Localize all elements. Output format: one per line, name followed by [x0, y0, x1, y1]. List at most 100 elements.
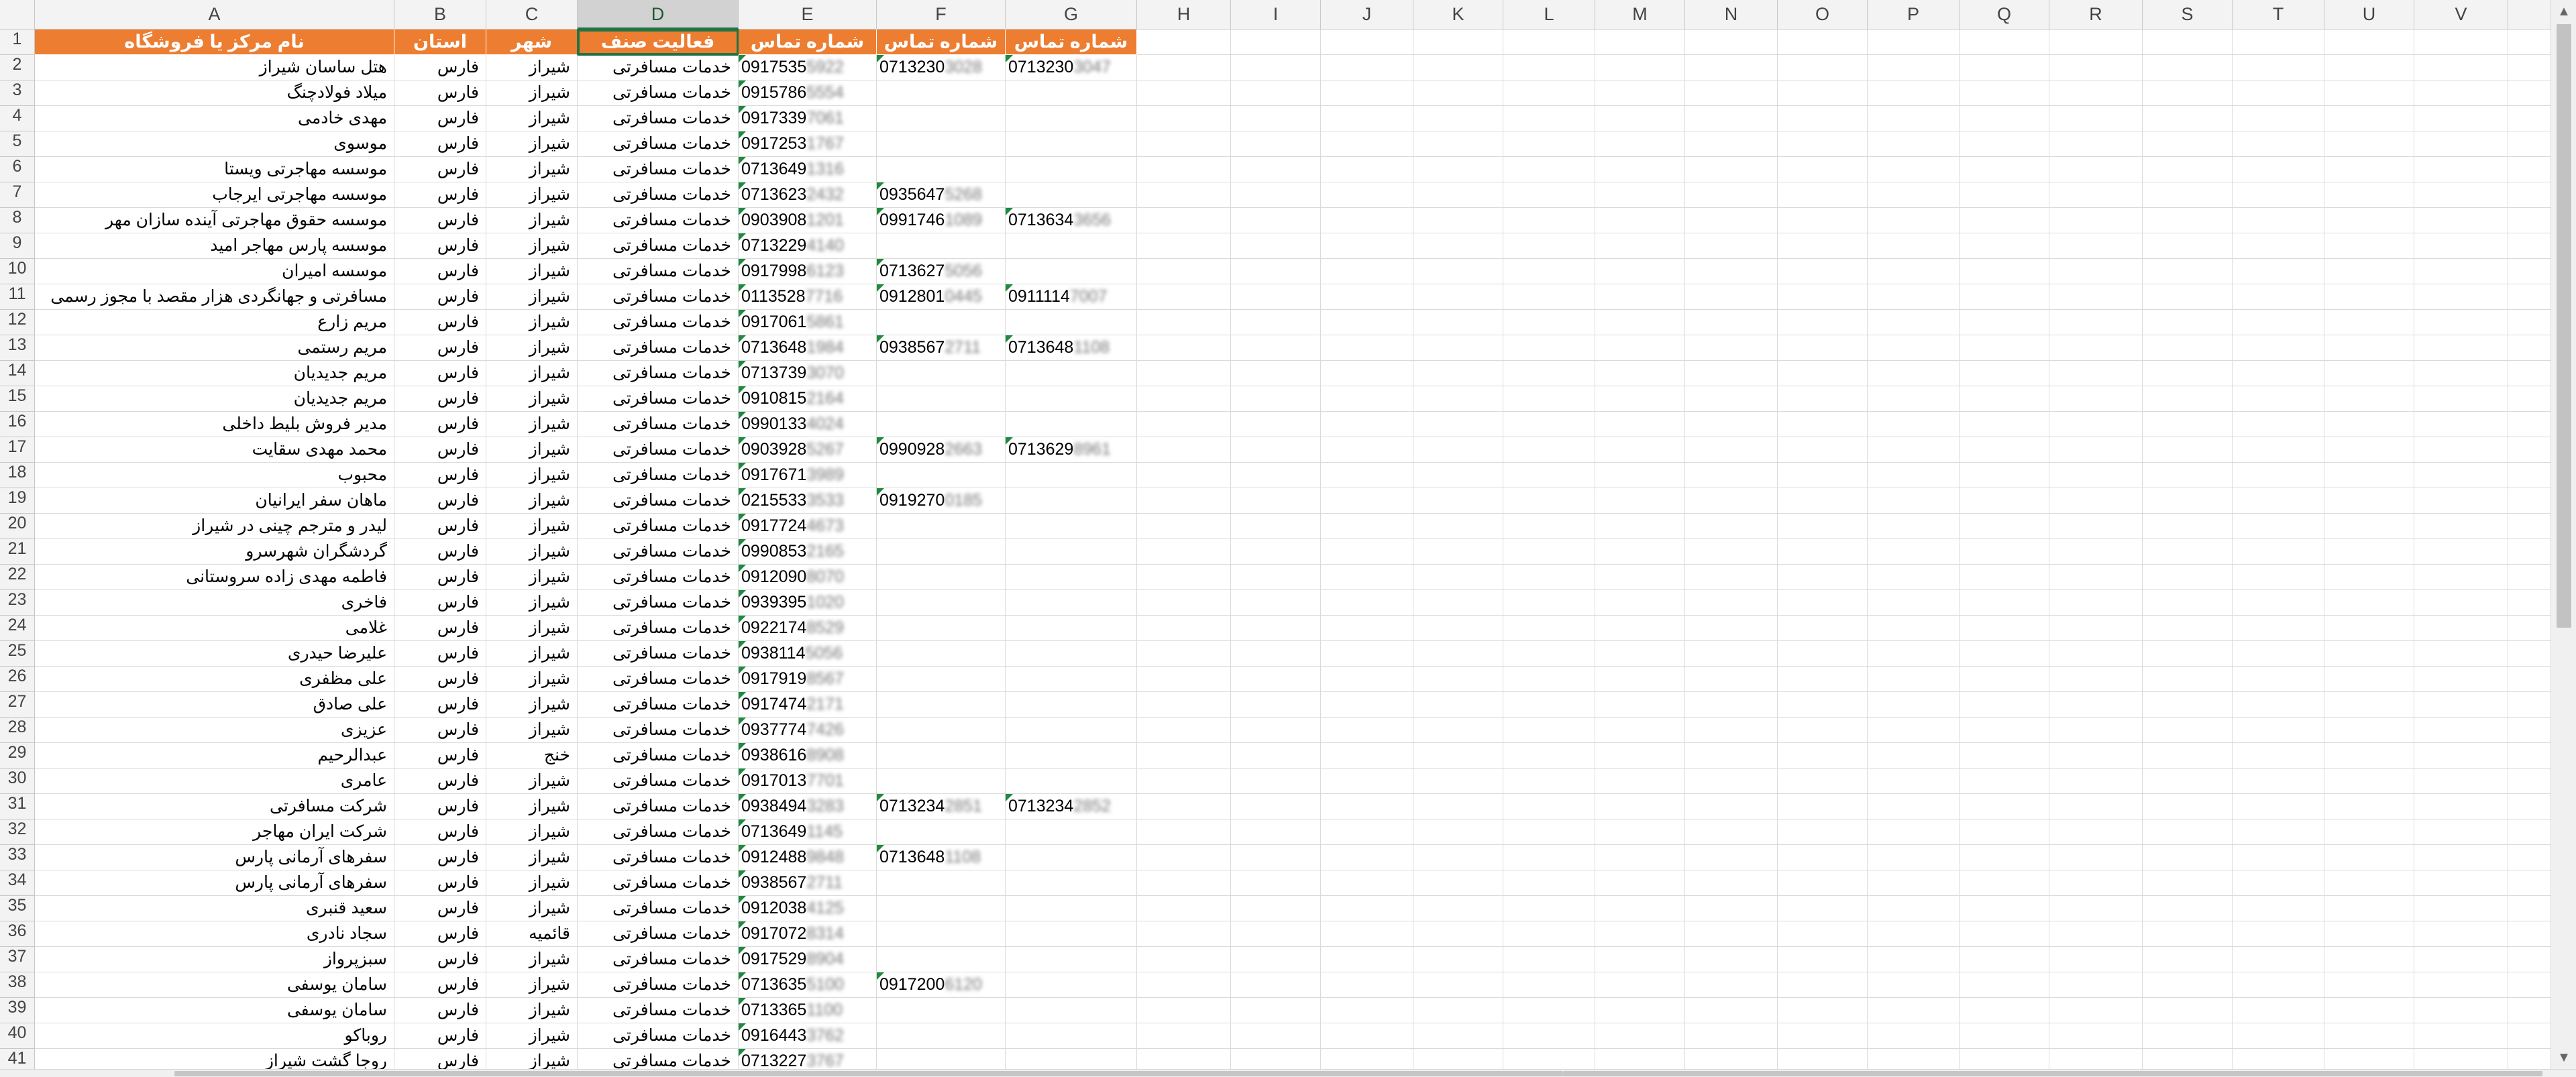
- empty-cell[interactable]: [1231, 667, 1321, 692]
- row-header[interactable]: 34: [0, 870, 35, 896]
- empty-cell[interactable]: [2049, 80, 2143, 106]
- empty-cell[interactable]: [2049, 463, 2143, 488]
- phone-cell[interactable]: [877, 539, 1006, 565]
- phone-cell[interactable]: [877, 667, 1006, 692]
- empty-cell[interactable]: [2143, 743, 2233, 769]
- name-cell[interactable]: هتل ساسان شیراز: [35, 55, 394, 80]
- empty-cell[interactable]: [1231, 845, 1321, 870]
- empty-cell[interactable]: [1685, 998, 1778, 1023]
- empty-cell[interactable]: [2143, 208, 2233, 233]
- empty-cell[interactable]: [2049, 106, 2143, 131]
- empty-cell[interactable]: [2414, 437, 2508, 463]
- empty-cell[interactable]: [1868, 641, 1960, 667]
- empty-cell[interactable]: [1231, 1023, 1321, 1049]
- phone-cell[interactable]: [1006, 743, 1137, 769]
- city-cell[interactable]: شیراز: [486, 208, 578, 233]
- activity-cell[interactable]: خدمات مسافرتی: [578, 208, 739, 233]
- empty-cell[interactable]: [1231, 233, 1321, 259]
- city-cell[interactable]: شیراز: [486, 310, 578, 335]
- phone-cell[interactable]: 09381145056: [739, 641, 877, 667]
- empty-cell[interactable]: [1778, 819, 1868, 845]
- empty-cell[interactable]: [1868, 488, 1960, 514]
- empty-cell[interactable]: [2414, 514, 2508, 539]
- empty-cell[interactable]: [1778, 667, 1868, 692]
- empty-cell[interactable]: [1321, 692, 1413, 718]
- empty-cell[interactable]: [1595, 794, 1685, 819]
- empty-cell[interactable]: [1595, 539, 1685, 565]
- name-cell[interactable]: لیدر و مترجم چینی در شیراز: [35, 514, 394, 539]
- empty-cell[interactable]: [1868, 30, 1960, 55]
- city-cell[interactable]: شیراز: [486, 488, 578, 514]
- row-header[interactable]: 35: [0, 896, 35, 921]
- row-header[interactable]: 18: [0, 463, 35, 488]
- empty-cell[interactable]: [2324, 539, 2414, 565]
- phone-cell[interactable]: 09179198567: [739, 667, 877, 692]
- empty-cell[interactable]: [2508, 539, 2551, 565]
- empty-cell[interactable]: [1868, 896, 1960, 921]
- empty-cell[interactable]: [1868, 794, 1960, 819]
- empty-cell[interactable]: [1778, 641, 1868, 667]
- phone-cell[interactable]: [1006, 80, 1137, 106]
- column-header-l[interactable]: L: [1503, 0, 1595, 30]
- empty-cell[interactable]: [1685, 284, 1778, 310]
- phone-cell[interactable]: 09356475268: [877, 182, 1006, 208]
- empty-cell[interactable]: [1503, 616, 1595, 641]
- empty-cell[interactable]: [1960, 1023, 2049, 1049]
- phone-cell[interactable]: [877, 870, 1006, 896]
- empty-cell[interactable]: [1778, 182, 1868, 208]
- row-header[interactable]: 3: [0, 80, 35, 106]
- empty-cell[interactable]: [2324, 692, 2414, 718]
- empty-cell[interactable]: [1778, 463, 1868, 488]
- empty-cell[interactable]: [1960, 998, 2049, 1023]
- empty-cell[interactable]: [1685, 514, 1778, 539]
- name-cell[interactable]: مریم جدیدیان: [35, 386, 394, 412]
- province-cell[interactable]: فارس: [394, 463, 486, 488]
- empty-cell[interactable]: [1595, 692, 1685, 718]
- empty-cell[interactable]: [1960, 514, 2049, 539]
- phone-cell[interactable]: 07132303028: [877, 55, 1006, 80]
- city-cell[interactable]: شیراز: [486, 412, 578, 437]
- empty-cell[interactable]: [2143, 386, 2233, 412]
- empty-cell[interactable]: [2143, 819, 2233, 845]
- empty-cell[interactable]: [1413, 310, 1503, 335]
- empty-cell[interactable]: [1868, 157, 1960, 182]
- empty-cell[interactable]: [1413, 667, 1503, 692]
- activity-cell[interactable]: خدمات مسافرتی: [578, 259, 739, 284]
- empty-cell[interactable]: [1413, 412, 1503, 437]
- column-header-j[interactable]: J: [1321, 0, 1413, 30]
- row-header[interactable]: 5: [0, 131, 35, 157]
- activity-cell[interactable]: خدمات مسافرتی: [578, 335, 739, 361]
- column-header-r[interactable]: R: [2049, 0, 2143, 30]
- empty-cell[interactable]: [2143, 794, 2233, 819]
- empty-cell[interactable]: [1868, 998, 1960, 1023]
- phone-cell[interactable]: 09128010445: [877, 284, 1006, 310]
- empty-cell[interactable]: [1137, 488, 1231, 514]
- empty-cell[interactable]: [1413, 590, 1503, 616]
- empty-cell[interactable]: [2143, 259, 2233, 284]
- city-cell[interactable]: شیراز: [486, 794, 578, 819]
- row-header[interactable]: 38: [0, 972, 35, 998]
- empty-cell[interactable]: [1868, 972, 1960, 998]
- empty-cell[interactable]: [1595, 310, 1685, 335]
- empty-cell[interactable]: [2414, 386, 2508, 412]
- phone-cell[interactable]: 09177244673: [739, 514, 877, 539]
- province-cell[interactable]: فارس: [394, 55, 486, 80]
- empty-cell[interactable]: [1413, 208, 1503, 233]
- phone-cell[interactable]: 09384943283: [739, 794, 877, 819]
- city-cell[interactable]: شیراز: [486, 590, 578, 616]
- activity-cell[interactable]: خدمات مسافرتی: [578, 514, 739, 539]
- empty-cell[interactable]: [2143, 437, 2233, 463]
- phone-cell[interactable]: 09164433762: [739, 1023, 877, 1049]
- empty-cell[interactable]: [1868, 845, 1960, 870]
- activity-cell[interactable]: خدمات مسافرتی: [578, 819, 739, 845]
- empty-cell[interactable]: [1137, 284, 1231, 310]
- empty-cell[interactable]: [1503, 539, 1595, 565]
- province-cell[interactable]: فارس: [394, 514, 486, 539]
- empty-cell[interactable]: [2049, 590, 2143, 616]
- empty-cell[interactable]: [1595, 590, 1685, 616]
- phone-cell[interactable]: 07133651100: [739, 998, 877, 1023]
- empty-cell[interactable]: [1595, 284, 1685, 310]
- empty-cell[interactable]: [1137, 921, 1231, 947]
- empty-cell[interactable]: [2233, 1023, 2324, 1049]
- empty-cell[interactable]: [1321, 259, 1413, 284]
